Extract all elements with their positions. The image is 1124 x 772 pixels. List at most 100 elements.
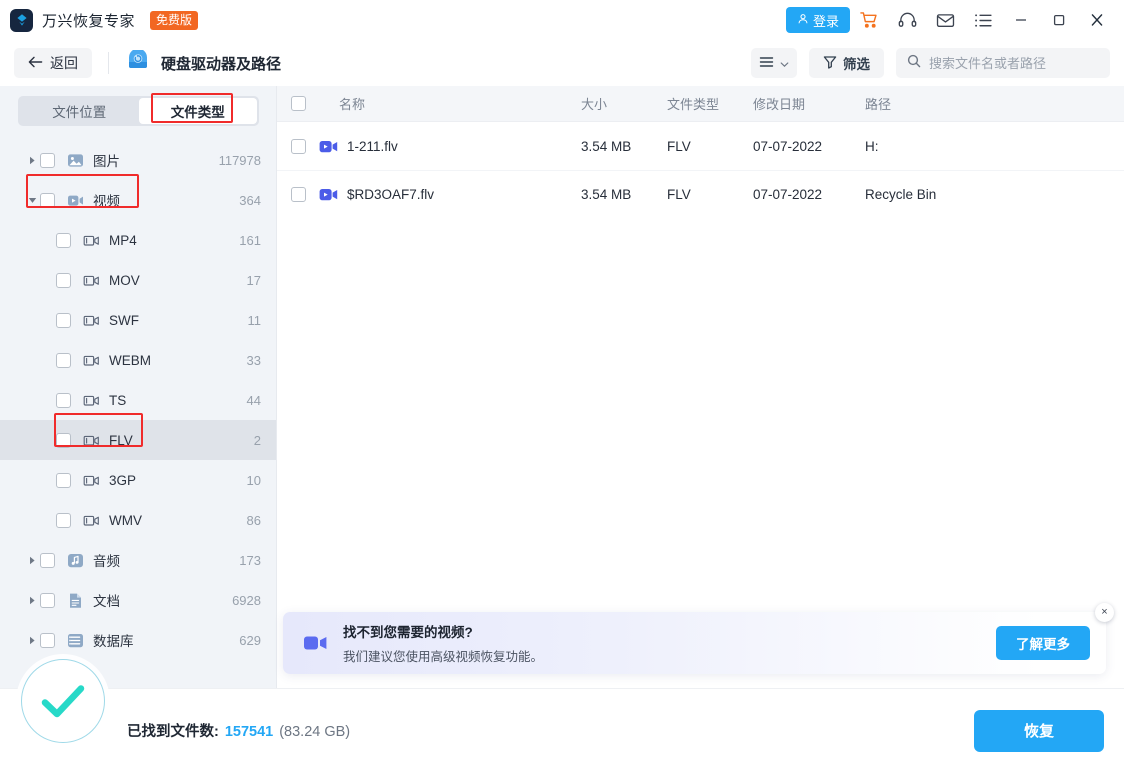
tree-item-swf[interactable]: SWF 11	[0, 300, 277, 340]
tree-item-checkbox[interactable]	[40, 592, 55, 608]
audio-icon	[67, 552, 84, 569]
tree-item-flv[interactable]: FLV 2	[0, 420, 277, 460]
tree-item-label: 音频	[93, 554, 120, 569]
mail-icon[interactable]	[926, 0, 964, 40]
app-window: 万兴恢复专家 免费版 登录 返回 硬盘驱动器及路径 筛选 搜索文件名或者路径 文…	[0, 0, 1124, 772]
video-file-type-icon	[319, 185, 338, 204]
tree-item-checkbox[interactable]	[40, 192, 55, 208]
tree-item-count: 117978	[218, 152, 261, 168]
back-label: 返回	[50, 55, 78, 71]
chevron-down-icon	[780, 56, 789, 71]
tree-item-图片[interactable]: 图片 117978	[0, 140, 277, 180]
tree-item-ts[interactable]: TS 44	[0, 380, 277, 420]
headset-icon[interactable]	[888, 0, 926, 40]
learn-more-button[interactable]: 了解更多	[996, 626, 1090, 660]
video-file-icon	[83, 432, 100, 449]
login-label: 登录	[812, 13, 839, 29]
tab-file-type[interactable]: 文件类型	[138, 98, 257, 124]
tree-item-checkbox[interactable]	[56, 272, 71, 288]
tree-item-label: MP4	[109, 232, 137, 248]
caret-right-icon[interactable]	[24, 156, 40, 165]
hamburger-icon	[759, 56, 774, 71]
tree-item-label: TS	[109, 392, 127, 408]
cell-path: H:	[865, 138, 879, 154]
caret-right-icon[interactable]	[24, 596, 40, 605]
tree-item-3gp[interactable]: 3GP 10	[0, 460, 277, 500]
back-button[interactable]: 返回	[14, 48, 92, 78]
view-mode-button[interactable]	[751, 48, 797, 78]
search-input[interactable]	[929, 55, 1099, 71]
funnel-icon	[823, 55, 837, 72]
tree-item-checkbox[interactable]	[40, 632, 55, 648]
banner-close-icon[interactable]: ×	[1095, 603, 1114, 622]
tree-item-checkbox[interactable]	[56, 352, 71, 368]
row-checkbox[interactable]	[290, 138, 306, 154]
video-file-type-icon	[319, 137, 338, 156]
tree-item-数据库[interactable]: 数据库 629	[0, 620, 277, 660]
tree-item-checkbox[interactable]	[56, 472, 71, 488]
app-logo-icon	[10, 8, 33, 32]
brand: 万兴恢复专家 免费版	[10, 8, 199, 32]
column-header-type[interactable]: 文件类型	[667, 94, 753, 113]
tree-item-checkbox[interactable]	[56, 312, 71, 328]
column-header-name[interactable]: 名称	[319, 94, 581, 113]
caret-right-icon[interactable]	[24, 636, 40, 645]
tree-item-count: 161	[239, 232, 261, 248]
tree-item-checkbox[interactable]	[40, 552, 55, 568]
user-icon	[797, 13, 809, 28]
tree-item-视频[interactable]: 视频 364	[0, 180, 277, 220]
cell-type: FLV	[667, 187, 691, 202]
tree-item-mp4[interactable]: MP4 161	[0, 220, 277, 260]
tree-item-文档[interactable]: 文档 6928	[0, 580, 277, 620]
arrow-left-icon	[28, 55, 43, 71]
banner-text: 找不到您需要的视频? 我们建议您使用高级视频恢复功能。	[343, 621, 996, 665]
caret-down-icon[interactable]	[24, 197, 40, 204]
document-icon	[67, 592, 84, 609]
table-row[interactable]: $RD3OAF7.flv 3.54 MB FLV 07-07-2022 Recycle …	[277, 170, 1124, 218]
tree-item-音频[interactable]: 音频 173	[0, 540, 277, 580]
select-all-checkbox[interactable]	[290, 96, 306, 111]
search-box[interactable]	[896, 48, 1110, 78]
tree-item-label: 数据库	[93, 634, 134, 649]
login-button[interactable]: 登录	[785, 7, 850, 33]
video-file-icon	[83, 352, 100, 369]
tree-item-count: 2	[253, 432, 261, 448]
tree-item-checkbox[interactable]	[56, 432, 71, 448]
cell-date: 07-07-2022	[753, 187, 823, 202]
cell-name: 1-211.flv	[319, 137, 581, 156]
recover-button[interactable]: 恢复	[974, 709, 1104, 752]
filter-label: 筛选	[843, 57, 870, 72]
column-header-size[interactable]: 大小	[581, 94, 667, 113]
tree-item-label: WMV	[109, 512, 142, 528]
minimize-icon[interactable]	[1002, 0, 1040, 40]
tree-item-webm[interactable]: WEBM 33	[0, 340, 277, 380]
sub-header: 返回 硬盘驱动器及路径 筛选 搜索文件名或者路径	[0, 40, 1124, 86]
video-file-icon	[83, 232, 100, 249]
tree-item-mov[interactable]: MOV 17	[0, 260, 277, 300]
column-header-date[interactable]: 修改日期	[753, 94, 865, 113]
cart-icon[interactable]	[850, 0, 888, 40]
search-icon	[907, 54, 921, 73]
tree-item-checkbox[interactable]	[56, 232, 71, 248]
sidebar-tabs: 文件位置 文件类型	[18, 96, 259, 126]
list-menu-icon[interactable]	[964, 0, 1002, 40]
tree-item-checkbox[interactable]	[40, 152, 55, 168]
row-checkbox[interactable]	[290, 187, 306, 202]
tree-item-label: 3GP	[109, 472, 137, 488]
tree-item-checkbox[interactable]	[56, 392, 71, 408]
main-panel: 名称 大小 文件类型 修改日期 路径 1-211.flv 3.54 MB FLV 07…	[277, 86, 1124, 688]
column-header-path[interactable]: 路径	[865, 94, 1124, 113]
tree-item-wmv[interactable]: WMV 86	[0, 500, 277, 540]
tree-item-checkbox[interactable]	[56, 512, 71, 528]
close-icon[interactable]	[1078, 0, 1116, 40]
tree-item-count: 173	[239, 552, 261, 568]
video-promo-icon	[303, 634, 329, 652]
caret-right-icon[interactable]	[24, 556, 40, 565]
tab-file-location[interactable]: 文件位置	[20, 98, 139, 124]
footer: 已找到文件数: 157541 (83.24 GB) 恢复	[0, 659, 1124, 772]
table-row[interactable]: 1-211.flv 3.54 MB FLV 07-07-2022 H:	[277, 122, 1124, 170]
maximize-icon[interactable]	[1040, 0, 1078, 40]
filter-button[interactable]: 筛选	[809, 48, 884, 78]
tree-item-count: 10	[246, 472, 261, 488]
cell-path: Recycle Bin	[865, 187, 937, 202]
